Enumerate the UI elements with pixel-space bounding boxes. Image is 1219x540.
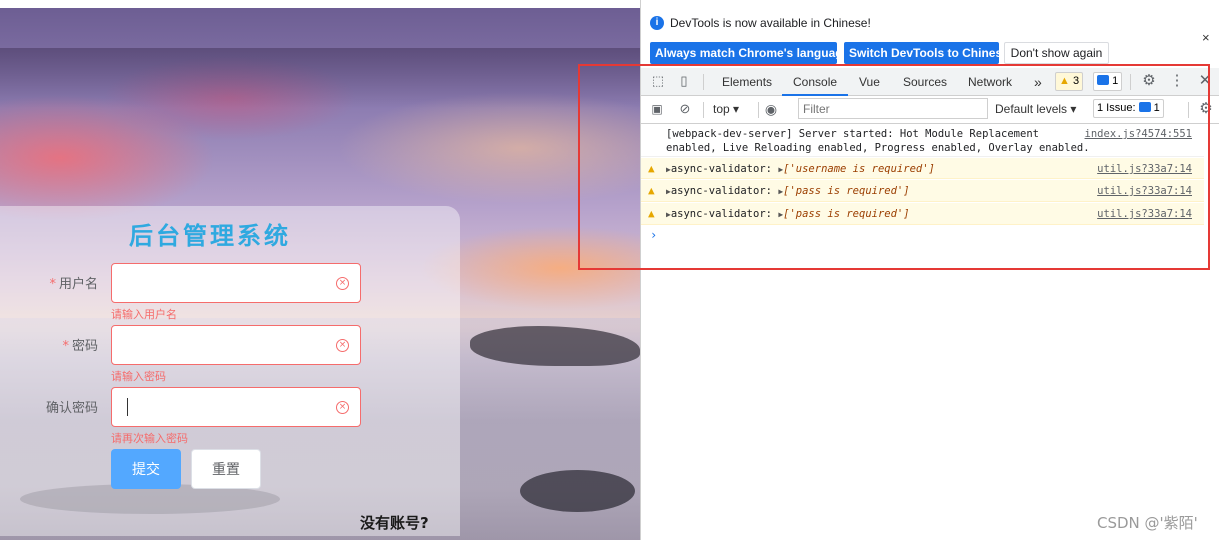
infobar-message: DevTools is now available in Chinese! (670, 16, 871, 30)
username-error: 请输入用户名 (111, 308, 177, 321)
required-mark: * (62, 339, 69, 354)
watermark: CSDN @'紫陌' (1097, 514, 1198, 532)
info-icon: i (650, 16, 664, 30)
language-infobar: i DevTools is now available in Chinese! … (641, 8, 1219, 66)
clear-icon[interactable]: × (336, 401, 349, 414)
password-label: * 密码 (62, 335, 98, 354)
clear-icon[interactable]: × (336, 277, 349, 290)
match-language-button[interactable]: Always match Chrome's language (650, 42, 849, 64)
confirm-password-row: 确认密码 × 请再次输入密码 (0, 387, 460, 445)
switch-chinese-button[interactable]: Switch DevTools to Chinese (844, 42, 1009, 64)
background-clouds (0, 48, 640, 108)
clear-icon[interactable]: × (336, 339, 349, 352)
dont-show-again-button[interactable]: Don't show again (1004, 42, 1109, 64)
required-mark: * (49, 277, 56, 292)
username-row: * 用户名 × 请输入用户名 (0, 263, 460, 321)
close-icon[interactable]: × (1202, 30, 1210, 45)
username-label: * 用户名 (49, 273, 98, 292)
submit-button[interactable]: 提交 (111, 449, 181, 489)
username-input[interactable]: × (111, 263, 361, 303)
background-rock (520, 470, 635, 512)
confirm-password-error: 请再次输入密码 (111, 432, 188, 445)
password-row: * 密码 × 请输入密码 (0, 325, 460, 383)
confirm-password-input[interactable]: × (111, 387, 361, 427)
login-title: 后台管理系统 (129, 221, 291, 250)
confirm-password-label: 确认密码 (45, 401, 98, 416)
password-label-text: 密码 (71, 339, 98, 354)
password-error: 请输入密码 (111, 370, 166, 383)
no-account-link[interactable]: 没有账号? (360, 512, 429, 533)
screenshot-root: 后台管理系统 * 用户名 × 请输入用户名 * 密码 × 请输入密码 确认密码 × … (0, 0, 1219, 540)
username-label-text: 用户名 (58, 277, 98, 292)
password-input[interactable]: × (111, 325, 361, 365)
reset-button[interactable]: 重置 (191, 449, 261, 489)
text-caret (127, 398, 128, 416)
annotation-highlight-box (578, 64, 1210, 270)
